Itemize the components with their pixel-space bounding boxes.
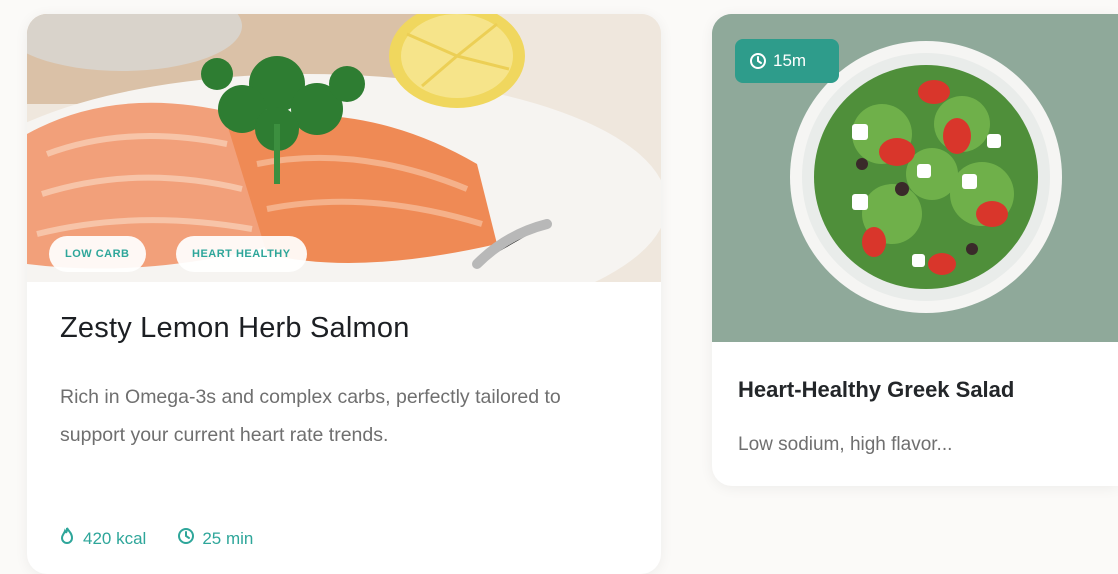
recipe-title: Heart-Healthy Greek Salad <box>738 377 1015 402</box>
recipe-title: Zesty Lemon Herb Salmon <box>60 312 410 344</box>
recipe-stats: 420 kcal 25 min <box>57 526 253 551</box>
flame-icon <box>57 526 77 551</box>
recipe-card-greek-salad[interactable]: 15m Heart-Healthy Greek Salad Low sodium… <box>712 14 1118 486</box>
time-badge: 15m <box>735 39 839 83</box>
recipe-card-salmon[interactable]: LOW CARB HEART HEALTHY Zesty Lemon Herb … <box>27 14 661 574</box>
recipe-description: Rich in Omega-3s and complex carbs, perf… <box>60 386 561 446</box>
greek-salad-image: 15m <box>712 14 1118 342</box>
time-stat: 25 min <box>176 526 253 551</box>
recipe-description: Low sodium, high flavor... <box>738 434 953 455</box>
salmon-image: LOW CARB HEART HEALTHY <box>27 14 661 282</box>
calories-value: 420 kcal <box>83 528 147 548</box>
time-value: 25 min <box>202 528 254 548</box>
time-badge-label: 15m <box>773 51 807 70</box>
tag-heart-healthy: HEART HEALTHY <box>176 236 307 272</box>
clock-icon <box>176 526 196 551</box>
clock-icon <box>750 53 766 69</box>
tag-low-carb: LOW CARB <box>49 236 146 272</box>
calories-stat: 420 kcal <box>57 526 146 551</box>
